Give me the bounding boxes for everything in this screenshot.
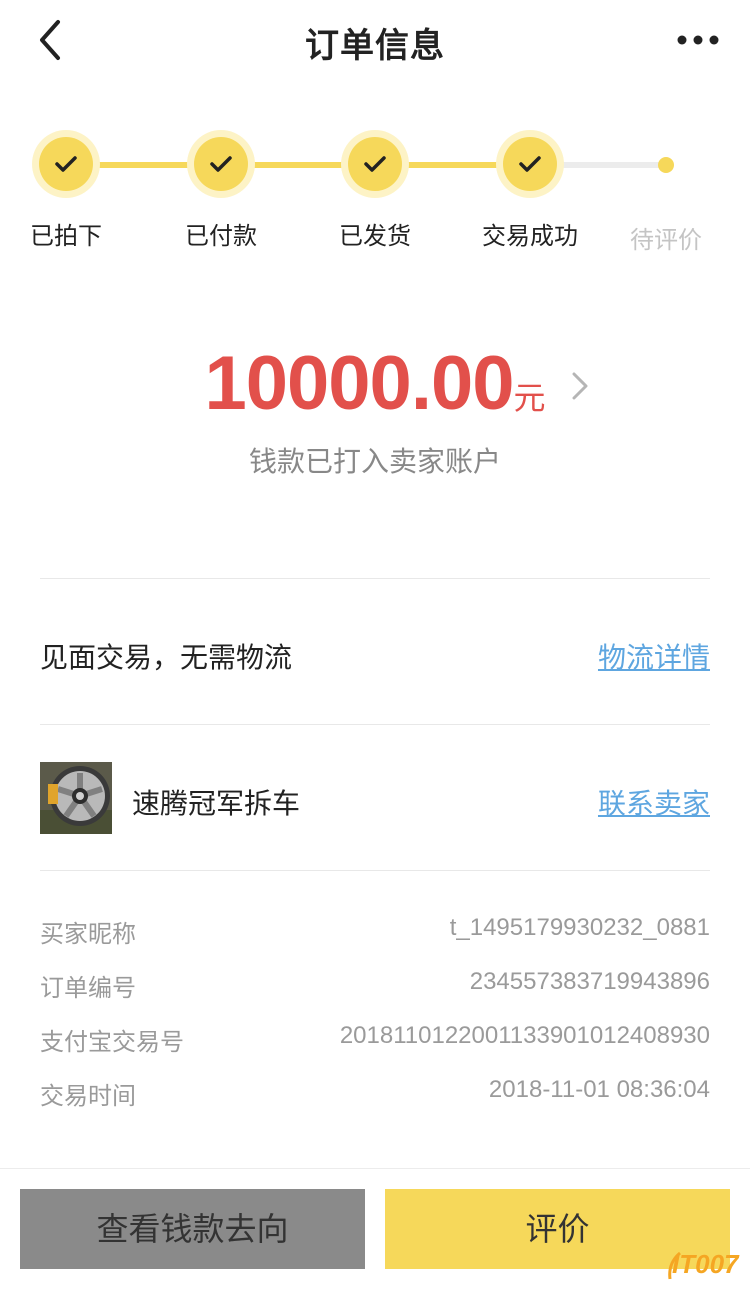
nav-bar: 订单信息 [0,0,750,80]
amount-unit: 元 [513,380,546,416]
check-icon [519,156,541,172]
watermark-logo: IT007 [666,1245,750,1285]
step-label: 已付款 [185,223,257,250]
step-review: 待评价 [606,120,726,255]
bottom-action-bar: 查看钱款去向 评价 [0,1168,750,1289]
step-label: 待评价 [630,227,702,254]
contact-seller-link[interactable]: 联系卖家 [598,782,710,822]
divider [40,724,710,725]
chevron-right-icon [572,372,588,400]
info-row-alipay-number: 支付宝交易号 2018110122001133901012408930 [40,1022,710,1062]
seller-thumbnail [40,762,112,834]
info-value: 2018110122001133901012408930 [339,1022,710,1049]
info-key: 买家昵称 [40,921,136,948]
step-label: 交易成功 [482,223,578,250]
page-title: 订单信息 [305,27,445,65]
check-icon [364,156,386,172]
watermark-text: IT007 [672,1249,739,1279]
info-key: 支付宝交易号 [40,1029,184,1056]
logistics-detail-link[interactable]: 物流详情 [598,636,710,676]
step-label: 已拍下 [30,223,102,250]
pending-dot [658,157,674,173]
check-icon [55,156,77,172]
seller-name: 速腾冠军拆车 [132,788,301,819]
step-label: 已发货 [339,223,411,250]
divider [40,578,710,579]
step-paid: 已付款 [161,120,281,251]
info-value: 2018-11-01 08:36:04 [488,1076,710,1103]
view-money-flow-button[interactable]: 查看钱款去向 [20,1189,365,1269]
logistics-text: 见面交易，无需物流 [40,642,293,673]
step-shipped: 已发货 [315,120,435,251]
info-row-order-number: 订单编号 234557383719943896 [40,968,710,1008]
step-success: 交易成功 [470,120,590,251]
step-placed: 已拍下 [6,120,126,251]
amount-value: 10000.00 [204,341,514,426]
info-row-trade-time: 交易时间 2018-11-01 08:36:04 [40,1076,710,1116]
progress-track-done [66,162,530,168]
more-icon[interactable] [676,22,720,58]
info-key: 订单编号 [40,975,136,1002]
divider [40,870,710,871]
amount-display[interactable]: 10000.00元 [0,340,750,430]
info-key: 交易时间 [40,1083,136,1110]
amount-description: 钱款已打入卖家账户 [248,446,501,477]
order-progress: 已拍下 已付款 已发货 交易成功 待评价 [0,120,750,254]
info-row-buyer: 买家昵称 t_1495179930232_0881 [40,914,710,954]
info-value: 234557383719943896 [469,968,710,995]
info-value: t_1495179930232_0881 [449,914,710,941]
check-icon [210,156,232,172]
